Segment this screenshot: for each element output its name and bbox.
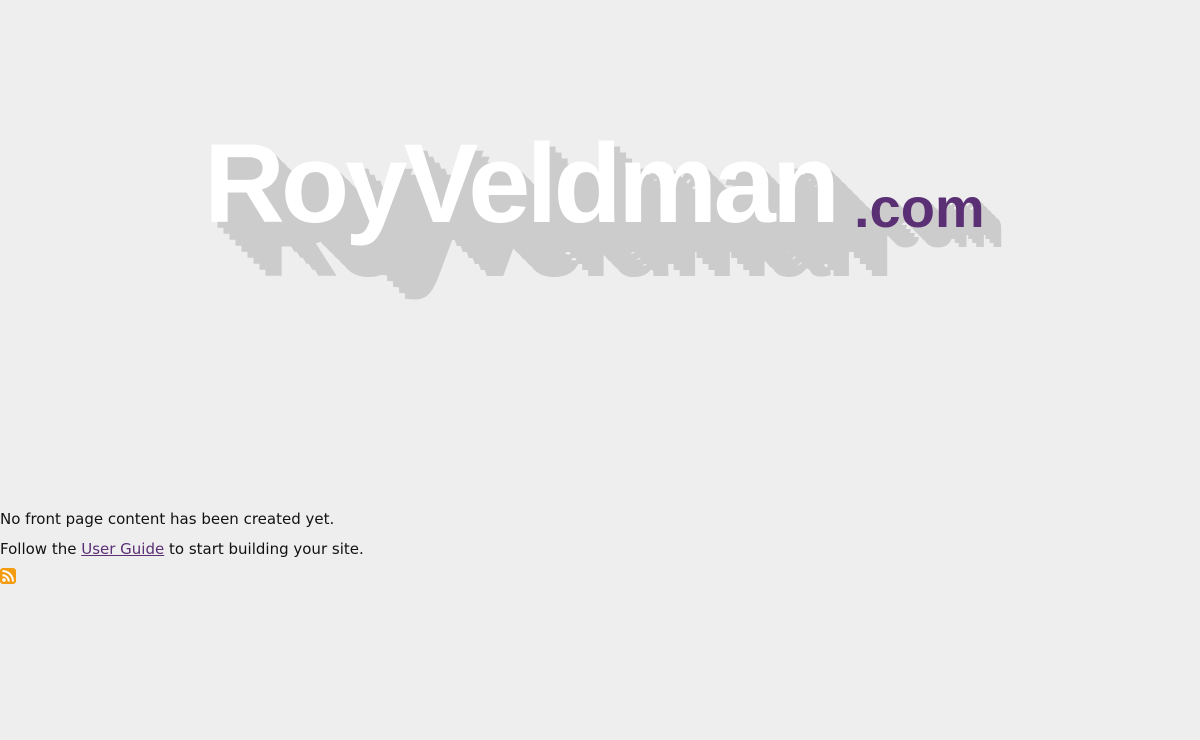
logo-name: RoyVeldman <box>204 121 840 246</box>
rss-icon-graphic <box>0 568 16 584</box>
user-guide-link[interactable]: User Guide <box>81 540 164 558</box>
guide-message: Follow the User Guide to start building … <box>0 538 364 560</box>
guide-suffix: to start building your site. <box>164 540 364 558</box>
page: RoyVeldman .com No front page content ha… <box>0 0 1200 740</box>
front-page-content: No front page content has been created y… <box>0 508 364 590</box>
guide-prefix: Follow the <box>0 540 82 558</box>
empty-message: No front page content has been created y… <box>0 510 335 528</box>
rss-feed-icon[interactable] <box>0 568 16 584</box>
site-logo[interactable]: RoyVeldman .com <box>204 128 1024 328</box>
logo-tld: .com <box>854 176 985 239</box>
